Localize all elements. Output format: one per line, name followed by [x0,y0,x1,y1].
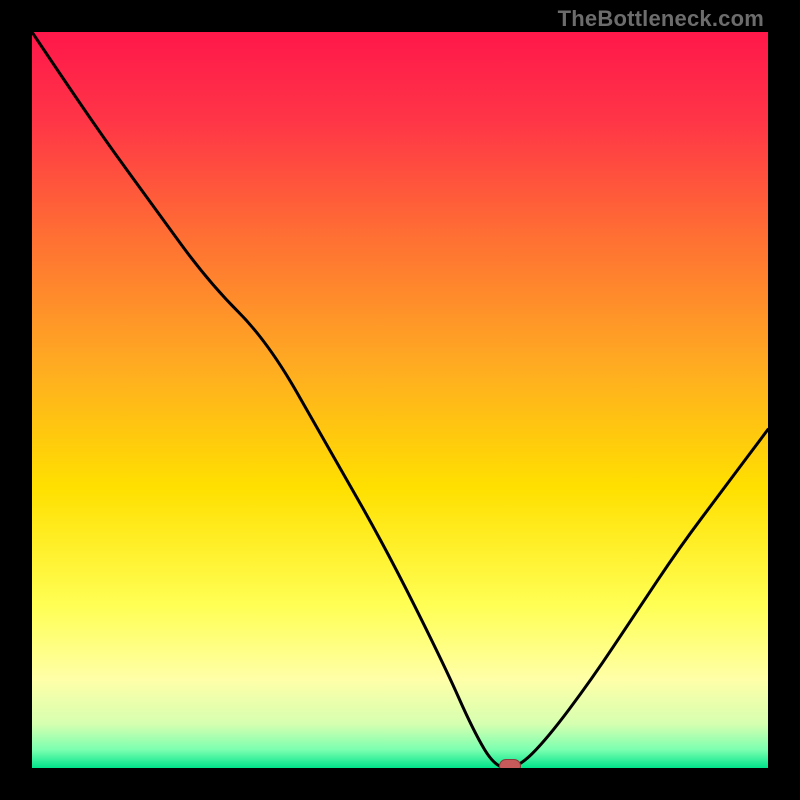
chart-frame: TheBottleneck.com [0,0,800,800]
background-gradient [32,32,768,768]
watermark-text: TheBottleneck.com [558,6,764,32]
plot-area [32,32,768,768]
optimal-marker [499,759,521,768]
